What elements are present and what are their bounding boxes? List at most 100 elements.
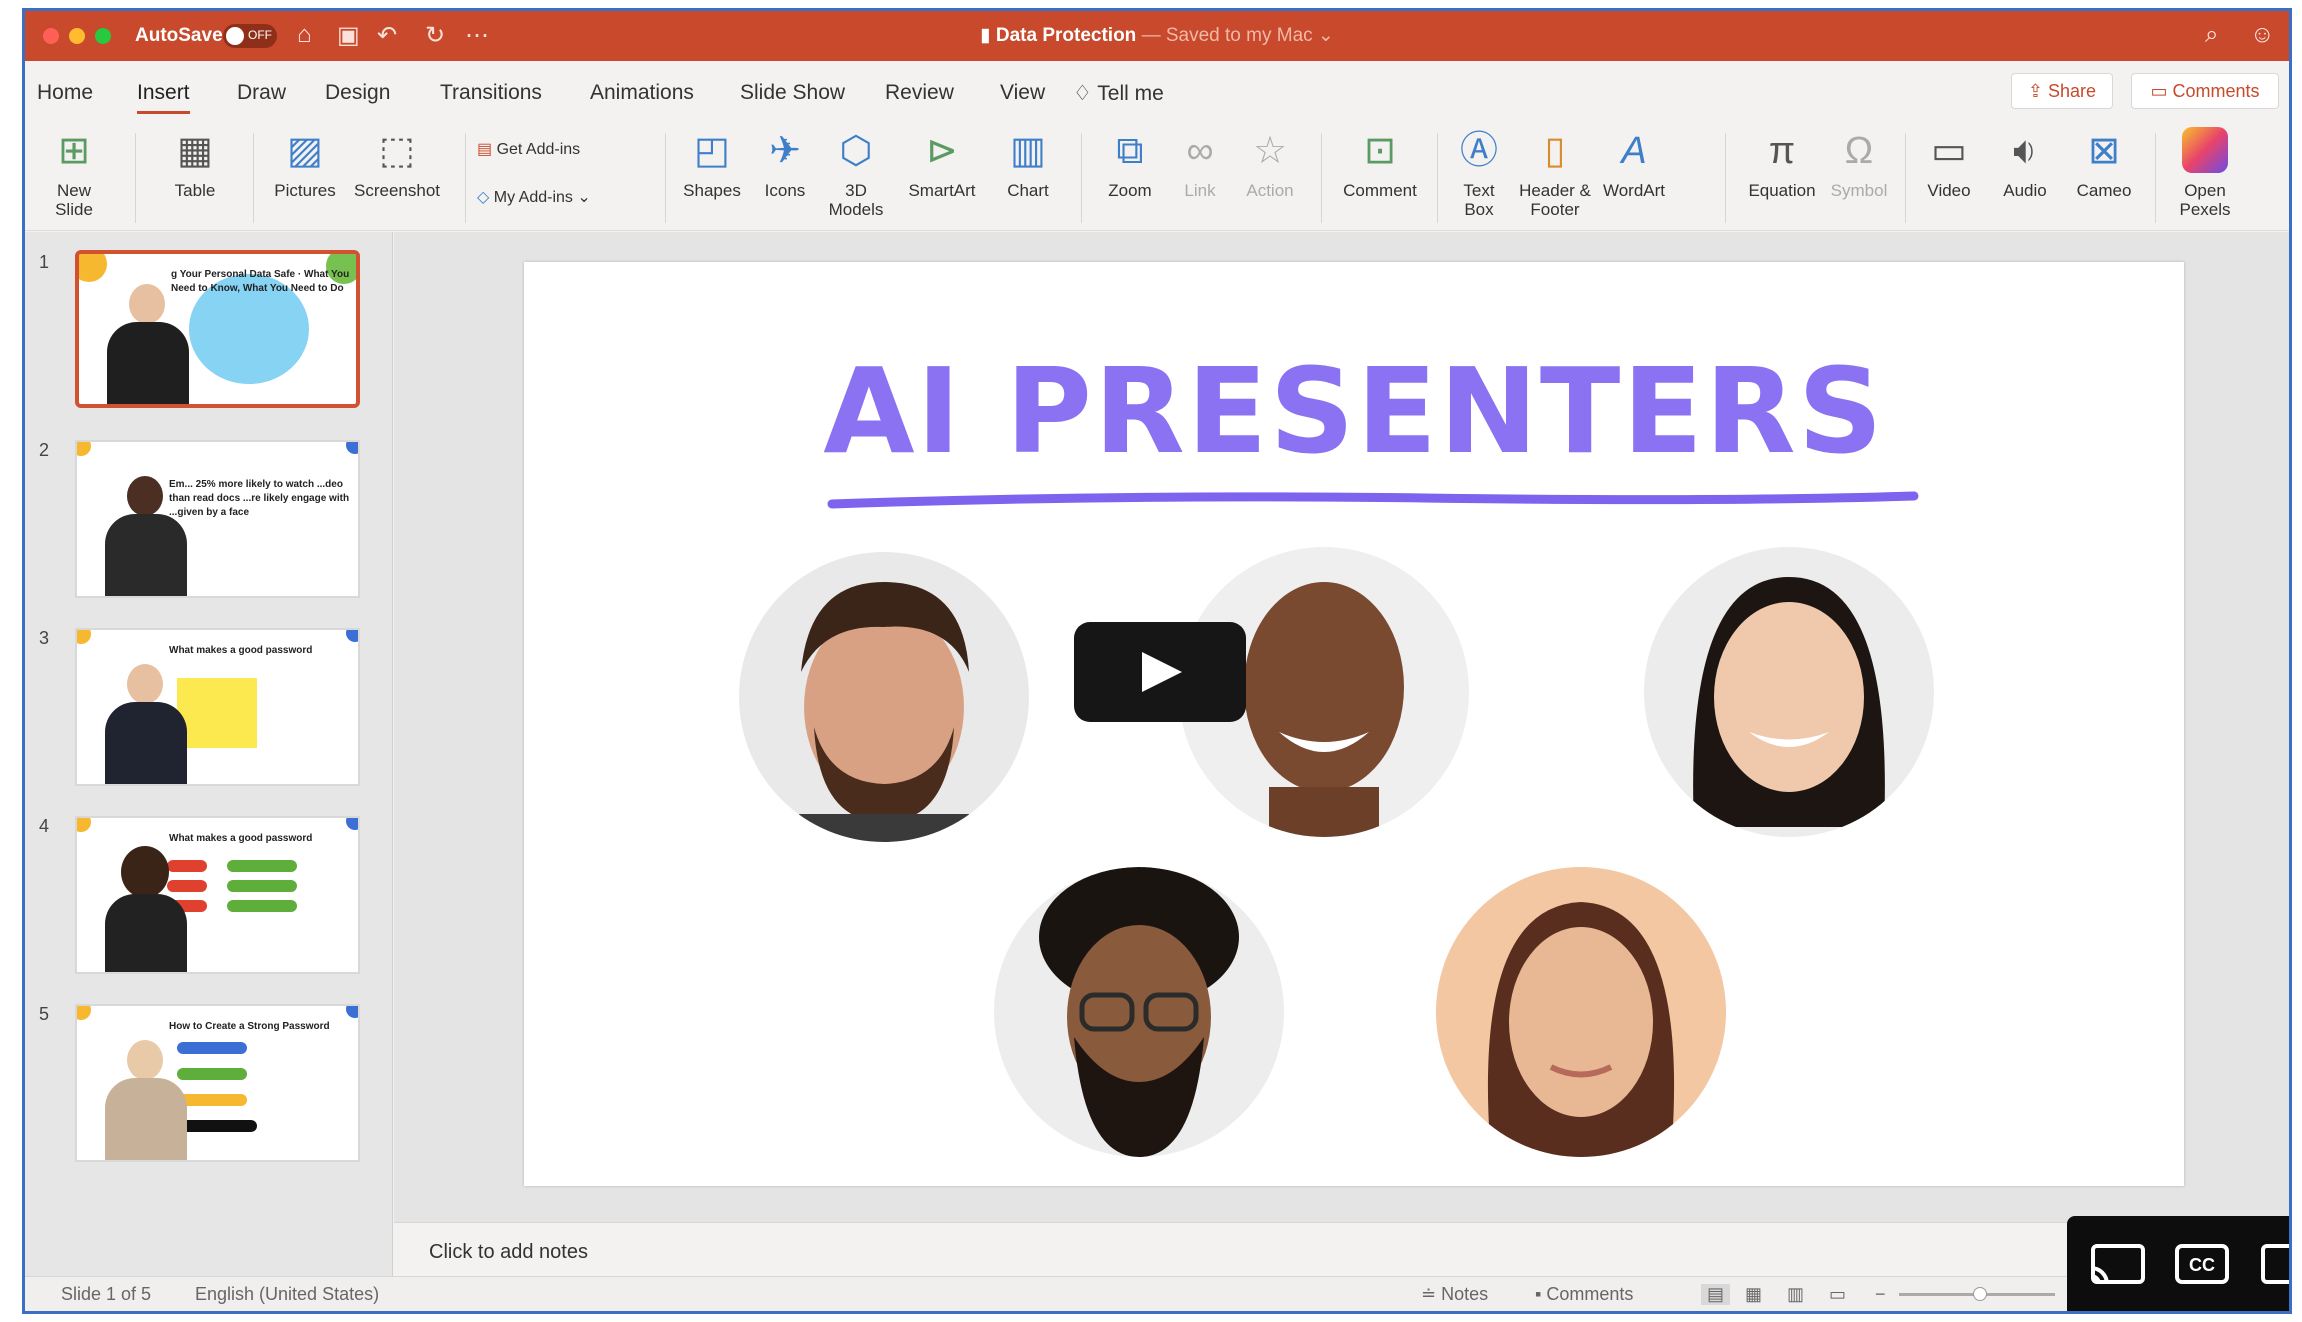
zoom-icon: ⧉ [1116, 130, 1144, 172]
tab-home[interactable]: Home [37, 81, 93, 105]
slide-sorter-icon[interactable]: ▦ [1745, 1284, 1762, 1305]
header-footer-label: Header & Footer [1519, 181, 1591, 219]
3d-models-button[interactable]: ⬡ 3D Models [821, 127, 891, 219]
language-indicator[interactable]: English (United States) [195, 1284, 379, 1305]
comments-toggle[interactable]: ▪ Comments [1535, 1284, 1633, 1305]
pictures-button[interactable]: ▨ Pictures [265, 127, 345, 200]
action-button[interactable]: ☆ Action [1235, 127, 1305, 200]
slide-title[interactable]: AI PRESENTERS [524, 342, 2184, 480]
addins-icon: ◇ [477, 189, 494, 206]
link-button[interactable]: ∞ Link [1175, 127, 1225, 200]
comments-button[interactable]: ▭ Comments [2131, 73, 2279, 109]
thumbnail-number: 5 [39, 1004, 50, 1024]
equation-button[interactable]: π Equation [1737, 127, 1827, 200]
zoom-slider-thumb[interactable] [1973, 1287, 1987, 1301]
slide-thumbnail-pane[interactable]: 1 g Your Personal Data Safe · What You N… [25, 232, 393, 1282]
thumbnail-text: How to Create a Strong Password [169, 1021, 330, 1032]
audio-label: Audio [2003, 181, 2047, 200]
share-icon: ⇪ [2027, 81, 2049, 101]
comment-button[interactable]: ⊡ Comment [1335, 127, 1425, 200]
presenter-portrait-4[interactable] [994, 867, 1284, 1157]
slide-thumbnail-1[interactable]: g Your Personal Data Safe · What You Nee… [75, 250, 360, 408]
notes-pane[interactable]: Click to add notes [394, 1222, 2289, 1282]
zoom-out-icon[interactable]: − [1875, 1284, 1886, 1305]
omega-icon: Ω [1844, 130, 1874, 172]
powerpoint-window: AutoSave OFF ⌂ ▣ ↶ ↻ ⋯ ▮ Data Protection… [22, 8, 2292, 1314]
text-box-button[interactable]: Ⓐ Text Box [1449, 127, 1509, 219]
pexels-icon [2165, 127, 2245, 175]
shapes-icon: ◰ [694, 130, 730, 172]
cameo-icon: ⊠ [2088, 130, 2120, 172]
thumbnail-text: Em... 25% more likely to watch ...deo th… [169, 479, 350, 518]
shapes-button[interactable]: ◰ Shapes [677, 127, 747, 200]
tab-view[interactable]: View [1000, 81, 1045, 105]
slideshow-icon[interactable]: ▭ [1829, 1284, 1846, 1305]
thumbnail-text: What makes a good password [169, 645, 313, 656]
thumbnail-text: g Your Personal Data Safe · What You Nee… [171, 269, 350, 294]
tab-transitions[interactable]: Transitions [440, 81, 542, 105]
notes-label: Notes [1441, 1284, 1489, 1304]
slide-thumbnail-3[interactable]: What makes a good password [75, 628, 360, 786]
tab-animations[interactable]: Animations [590, 81, 694, 105]
text-box-label: Text Box [1463, 181, 1495, 219]
slide-thumbnail-2[interactable]: Em... 25% more likely to watch ...deo th… [75, 440, 360, 598]
insert-ribbon: ⊞ New Slide ▦ Table ▨ Pictures ⬚ Screenshot … [25, 121, 2289, 231]
cube-icon: ⬡ [839, 130, 873, 172]
chart-button[interactable]: ▥ Chart [993, 127, 1063, 200]
title-bar: AutoSave OFF ⌂ ▣ ↶ ↻ ⋯ ▮ Data Protection… [25, 11, 2289, 61]
header-footer-button[interactable]: ▯ Header & Footer [1515, 127, 1595, 219]
presenter-portrait-5[interactable] [1436, 867, 1726, 1157]
wordart-icon: A [1621, 130, 1647, 172]
share-button[interactable]: ⇪ Share [2011, 73, 2113, 109]
reading-view-icon[interactable]: ▥ [1787, 1284, 1804, 1305]
my-addins-button[interactable]: ◇ My Add-ins ⌄ [477, 187, 591, 207]
tab-slide-show[interactable]: Slide Show [740, 81, 845, 105]
svg-text:CC: CC [2189, 1255, 2215, 1275]
new-slide-button[interactable]: ⊞ New Slide [39, 127, 109, 219]
smartart-icon: ⊳ [926, 130, 958, 172]
zoom-slider[interactable] [1899, 1287, 2055, 1301]
audio-button[interactable]: 🔉︎ Audio [1995, 127, 2055, 200]
presenter-portrait-1[interactable] [739, 552, 1029, 842]
link-label: Link [1184, 181, 1216, 200]
icons-button[interactable]: ✈ Icons [755, 127, 815, 200]
table-label: Table [174, 181, 216, 200]
video-button[interactable]: ▭ Video [1919, 127, 1979, 200]
tab-draw[interactable]: Draw [237, 81, 286, 105]
zoom-label: Zoom [1108, 181, 1152, 200]
search-icon[interactable]: ⌕ [2205, 21, 2218, 49]
slide-thumbnail-5[interactable]: How to Create a Strong Password [75, 1004, 360, 1162]
tab-insert[interactable]: Insert [137, 81, 190, 114]
cast-icon[interactable] [2090, 1244, 2145, 1285]
get-addins-button[interactable]: ▤ Get Add-ins [477, 139, 580, 159]
slide-thumbnail-4[interactable]: What makes a good password [75, 816, 360, 974]
wordart-label: WordArt [1602, 181, 1666, 200]
notes-toggle[interactable]: ≐ Notes [1421, 1284, 1488, 1305]
presenter-portrait-3[interactable] [1644, 547, 1934, 837]
video-play-button[interactable] [1074, 622, 1246, 722]
zoom-button[interactable]: ⧉ Zoom [1095, 127, 1165, 200]
normal-view-icon[interactable]: ▤ [1701, 1284, 1731, 1305]
equation-label: Equation [1748, 181, 1816, 200]
wordart-button[interactable]: A WordArt [1599, 127, 1669, 200]
open-pexels-label: Open Pexels [2179, 181, 2231, 219]
screenshot-icon: ⬚ [379, 130, 415, 172]
thumbnail-number: 2 [39, 440, 50, 460]
tell-me-search[interactable]: ♢ Tell me [1073, 81, 1164, 106]
table-button[interactable]: ▦ Table [155, 127, 235, 200]
ribbon-tabs: Home Insert Draw Design Transitions Anim… [25, 61, 2289, 121]
tab-design[interactable]: Design [325, 81, 390, 105]
cameo-button[interactable]: ⊠ Cameo [2069, 127, 2139, 200]
symbol-button[interactable]: Ω Symbol [1829, 127, 1889, 200]
video-icon: ▭ [1931, 130, 1967, 172]
closed-captions-icon[interactable]: CC [2175, 1244, 2229, 1284]
comment-label: Comment [1343, 181, 1417, 200]
picture-in-picture-icon[interactable] [2261, 1244, 2292, 1284]
screenshot-label: Screenshot [354, 181, 440, 200]
screenshot-button[interactable]: ⬚ Screenshot [347, 127, 447, 200]
tab-review[interactable]: Review [885, 81, 954, 105]
open-pexels-button[interactable]: Open Pexels [2165, 127, 2245, 219]
account-icon[interactable]: ☺ [2250, 21, 2275, 49]
smartart-button[interactable]: ⊳ SmartArt [897, 127, 987, 200]
current-slide[interactable]: AI PRESENTERS [524, 262, 2184, 1186]
